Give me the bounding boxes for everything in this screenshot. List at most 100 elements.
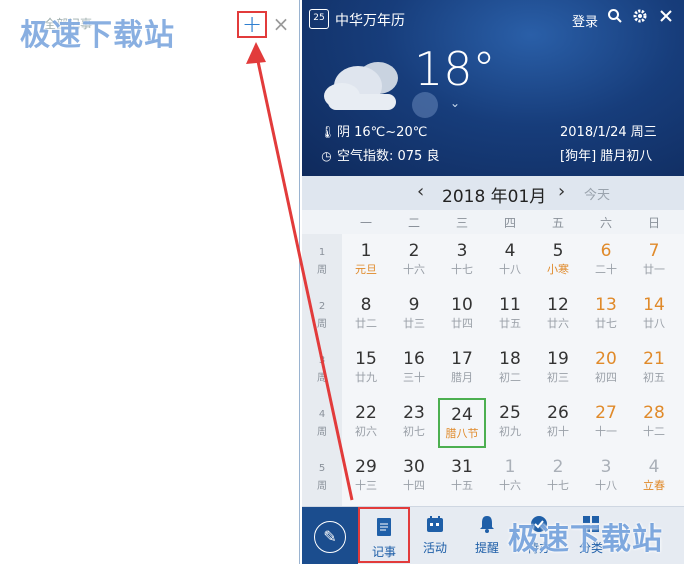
today-button[interactable]: 今天 [584,184,610,203]
lunar-day: 二十 [595,263,617,276]
day-number: 1 [360,241,372,261]
weekday-label: 六 [599,216,612,230]
day-number: 2 [408,241,420,261]
lunar-day: 廿三 [403,317,425,330]
add-note-button[interactable]: + [237,11,267,38]
weekday-label: 一 [359,216,372,230]
lunar-day: 十五 [451,479,473,492]
day-number: 14 [643,295,665,315]
day-cell[interactable]: 7 廿一 [630,234,678,288]
day-cell[interactable]: 15 廿九 [342,342,390,396]
day-cell[interactable]: 1 元旦 [342,234,390,288]
day-number: 9 [408,295,420,315]
lunar-day: 初二 [499,371,521,384]
calendar-panel: 25 中华万年历 登录 18° ⌄ 🌡 阴 16℃~20℃ 2018/1/24 周… [302,0,684,564]
close-notes-button[interactable]: × [272,12,290,36]
day-number: 24 [451,405,473,425]
day-cell[interactable]: 31 十五 [438,450,486,504]
weekday-label: 日 [647,216,660,230]
category-icon [566,515,616,539]
day-cell[interactable]: 3 十七 [438,234,486,288]
weekday-header: 一二三四五六日 [302,210,684,234]
day-number: 2 [552,457,564,477]
lunar-day: 廿一 [643,263,665,276]
lunar-day: 初十 [547,425,569,438]
day-cell[interactable]: 18 初二 [486,342,534,396]
day-number: 16 [403,349,425,369]
lunar-day: 廿八 [643,317,665,330]
temperature: 18° [414,42,496,96]
day-cell[interactable]: 10 廿四 [438,288,486,342]
login-link[interactable]: 登录 [572,11,598,30]
day-cell[interactable]: 23 初七 [390,396,438,450]
week-number: 4周 [317,409,327,438]
day-cell[interactable]: 28 十二 [630,396,678,450]
day-cell[interactable]: 19 初三 [534,342,582,396]
day-cell[interactable]: 30 十四 [390,450,438,504]
day-cell[interactable]: 21 初五 [630,342,678,396]
chevron-down-icon[interactable]: ⌄ [450,96,460,110]
day-number: 8 [360,295,372,315]
tab-notes[interactable]: 记事 [358,507,410,563]
month-label[interactable]: 2018 年01月 [442,182,546,207]
day-cell[interactable]: 4 立春 [630,450,678,504]
next-month-button[interactable]: › [558,181,565,202]
day-cell[interactable]: 4 十八 [486,234,534,288]
day-cell[interactable]: 26 初十 [534,396,582,450]
day-cell[interactable]: 25 初九 [486,396,534,450]
day-cell[interactable]: 2 十七 [534,450,582,504]
lunar-day: 廿四 [451,317,473,330]
day-cell[interactable]: 6 二十 [582,234,630,288]
day-cell[interactable]: 11 廿五 [486,288,534,342]
day-cell[interactable]: 8 廿二 [342,288,390,342]
week-number: 3周 [317,355,327,384]
lunar-day: 三十 [403,371,425,384]
day-cell[interactable]: 1 十六 [486,450,534,504]
tab-reminders[interactable]: 提醒 [462,507,512,564]
thermometer-icon: 🌡 [320,125,336,139]
day-cell[interactable]: 17 腊月 [438,342,486,396]
day-number: 13 [595,295,617,315]
day-cell[interactable]: 2 十六 [390,234,438,288]
day-cell-today[interactable]: 24 腊八节 [438,398,486,448]
bottom-toolbar: ✎ 记事 活动 提醒 待办 分类 [302,506,684,564]
write-button[interactable]: ✎ [302,507,358,564]
tab-todo[interactable]: 待办 [514,507,564,564]
day-cell[interactable]: 16 三十 [390,342,438,396]
day-cell[interactable]: 13 廿七 [582,288,630,342]
lunar-day: 十四 [403,479,425,492]
cloudy-weather-icon [324,62,398,110]
day-cell[interactable]: 27 十一 [582,396,630,450]
day-number: 12 [547,295,569,315]
tab-categories[interactable]: 分类 [566,507,616,564]
close-icon[interactable] [656,8,676,28]
notes-title: 全部记事 [44,17,93,31]
day-cell[interactable]: 5 小寒 [534,234,582,288]
lunar-day: 十一 [595,425,617,438]
lunar-day: 小寒 [547,263,569,276]
day-cell[interactable]: 20 初四 [582,342,630,396]
day-number: 28 [643,403,665,423]
day-cell[interactable]: 22 初六 [342,396,390,450]
day-cell[interactable]: 3 十八 [582,450,630,504]
lunar-day: 元旦 [355,263,377,276]
week-number: 2周 [317,301,327,330]
location-marker [412,92,438,118]
calendar-grid: 1 元旦 2 十六 3 十七 4 十八 5 小寒 6 二十 7 廿一 8 廿二 9 廿三 10 廿四 11 廿五 12 廿六 1… [342,234,684,506]
day-cell[interactable]: 29 十三 [342,450,390,504]
prev-month-button[interactable]: ‹ [417,181,424,202]
lunar-day: 十三 [355,479,377,492]
gear-icon[interactable] [630,8,650,28]
weekday-label: 五 [551,216,564,230]
tab-activities[interactable]: 活动 [410,507,460,564]
day-number: 27 [595,403,617,423]
calendar-app-icon: 25 [309,9,329,29]
day-number: 3 [456,241,468,261]
search-icon[interactable] [605,8,625,28]
day-cell[interactable]: 9 廿三 [390,288,438,342]
day-cell[interactable]: 14 廿八 [630,288,678,342]
day-cell[interactable]: 12 廿六 [534,288,582,342]
weather-header: 25 中华万年历 登录 18° ⌄ 🌡 阴 16℃~20℃ 2018/1/24 周… [302,0,684,176]
weekday-label: 四 [503,216,516,230]
weekday-label: 三 [455,216,468,230]
